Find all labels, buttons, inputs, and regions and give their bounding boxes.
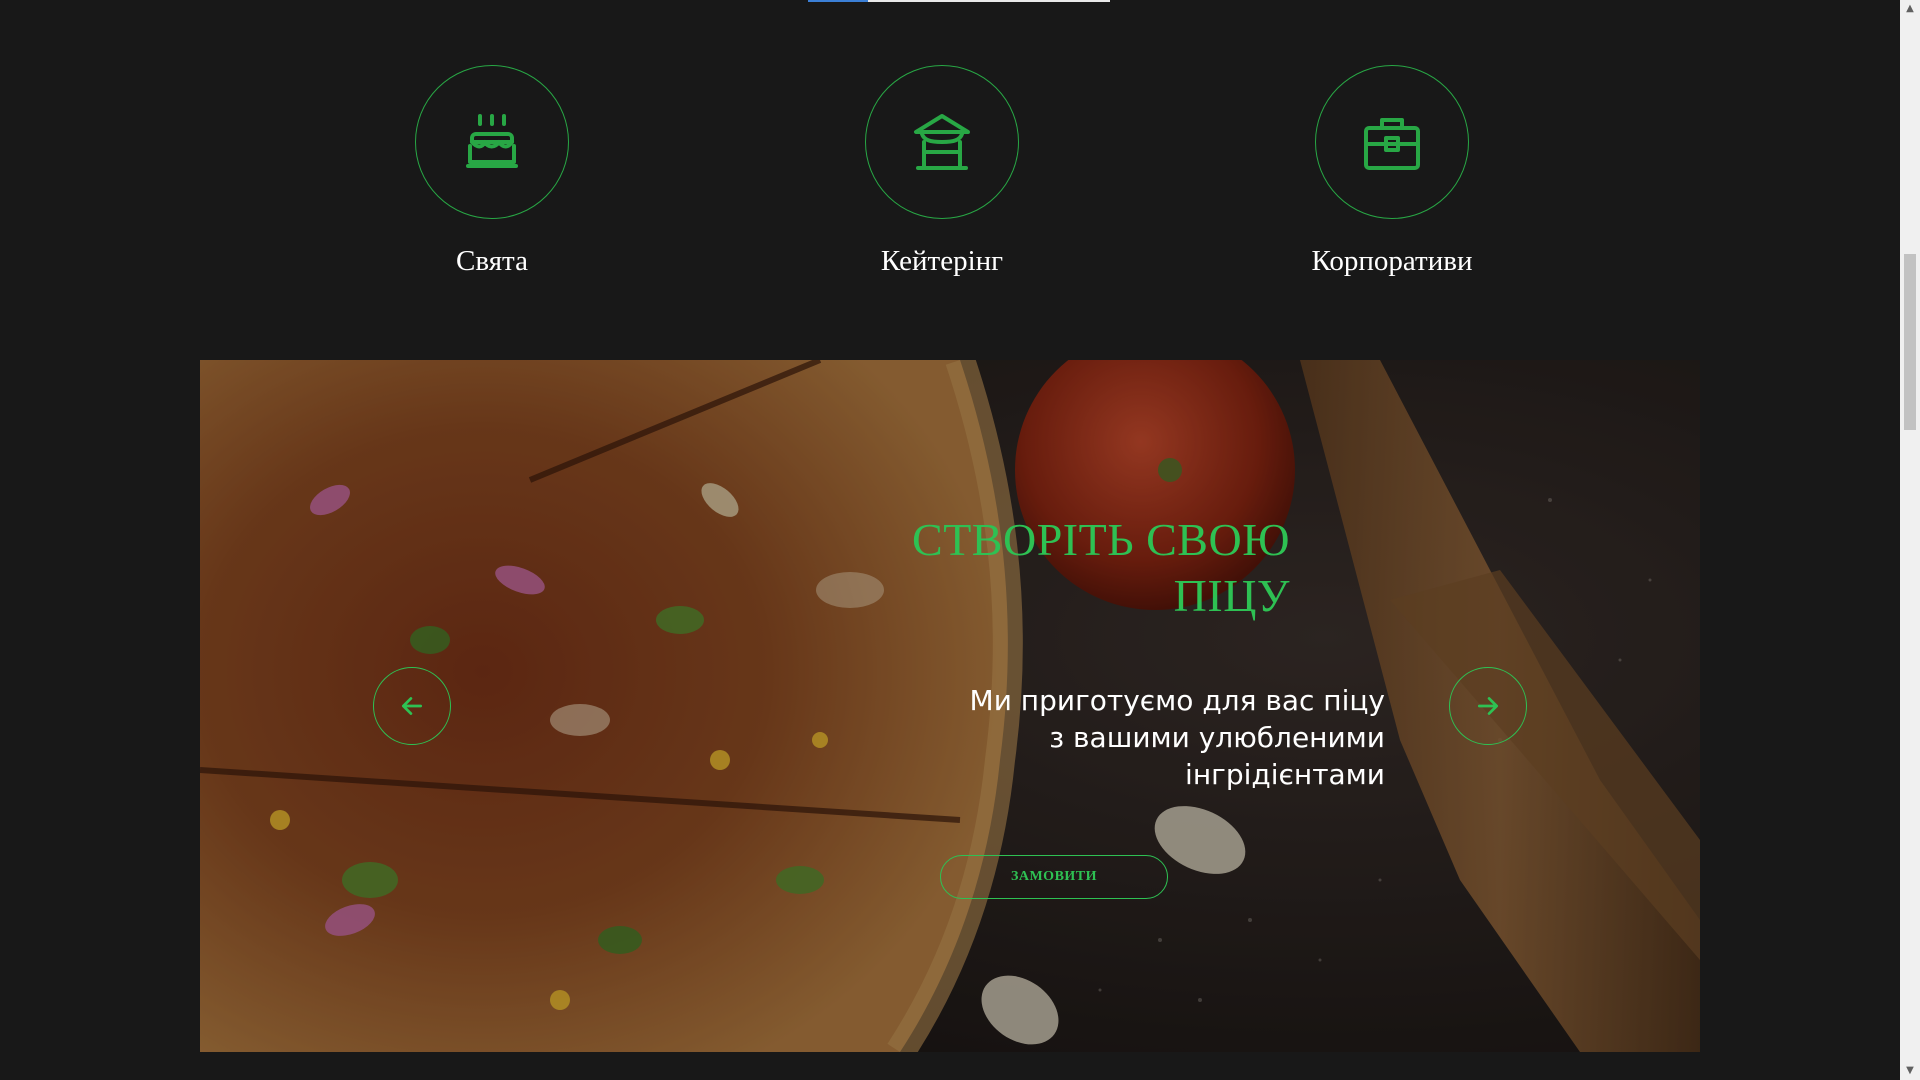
arrow-right-icon: [1477, 697, 1499, 715]
pavilion-icon: [914, 114, 970, 170]
hero-subtitle-line2: з вашими улюбленими: [1049, 721, 1385, 754]
tab-indicator: [808, 0, 1110, 2]
service-holidays-circle[interactable]: [415, 65, 569, 219]
order-button[interactable]: ЗАМОВИТИ: [940, 855, 1168, 899]
service-corporate-circle[interactable]: [1315, 65, 1469, 219]
page: Свята Кейтерінг Корпоративи СТВОРІТЬ СВО…: [0, 0, 1920, 1080]
service-corporate[interactable]: Корпоративи: [1242, 65, 1542, 278]
next-slide-button[interactable]: [1449, 667, 1527, 745]
hero-title-line1: СТВОРІТЬ СВОЮ: [912, 514, 1290, 565]
service-catering-label: Кейтерінг: [880, 245, 1004, 277]
hero-subtitle-line1: Ми приготуємо для вас піцу: [969, 684, 1385, 717]
briefcase-icon: [1364, 118, 1420, 170]
tab-indicator-active: [808, 0, 868, 2]
hero-banner: СТВОРІТЬ СВОЮ ПІЦУ Ми приготуємо для вас…: [200, 360, 1700, 1052]
hero-title-line2: ПІЦУ: [1173, 570, 1290, 621]
scroll-up-icon[interactable]: ▲: [1900, 0, 1920, 18]
service-holidays[interactable]: Свята: [342, 65, 642, 278]
hero-subtitle-line3: інгрідієнтами: [1185, 758, 1385, 791]
service-catering-circle[interactable]: [865, 65, 1019, 219]
hero-title: СТВОРІТЬ СВОЮ ПІЦУ: [870, 512, 1290, 624]
prev-slide-button[interactable]: [373, 667, 451, 745]
service-corporate-label: Корпоративи: [1311, 245, 1473, 277]
scroll-down-icon[interactable]: ▼: [1900, 1062, 1920, 1080]
arrow-left-icon: [401, 697, 423, 715]
service-holidays-label: Свята: [456, 245, 528, 277]
hero-subtitle: Ми приготуємо для вас піцу з вашими улюб…: [905, 682, 1385, 793]
service-catering[interactable]: Кейтерінг: [792, 65, 1092, 278]
cake-icon: [466, 114, 518, 168]
page-scrollbar[interactable]: ▲ ▼: [1900, 0, 1920, 1080]
scrollbar-thumb[interactable]: [1904, 254, 1916, 430]
